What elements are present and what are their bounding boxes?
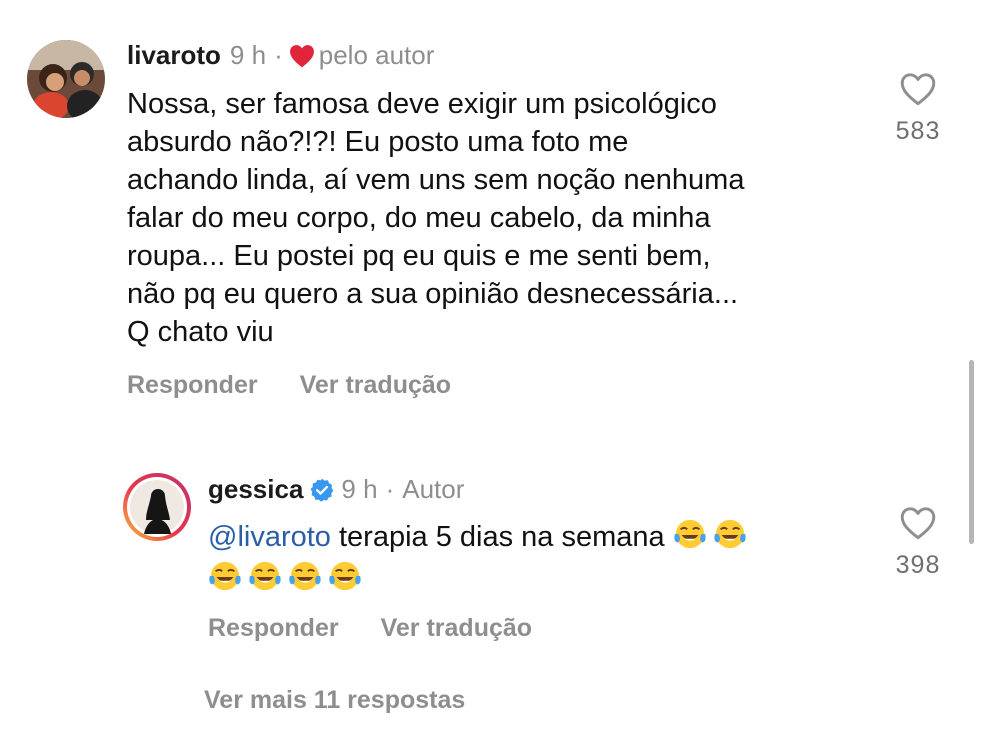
text-line: roupa... Eu postei pq eu quis e me senti… [127,240,711,272]
username[interactable]: gessica [208,474,303,505]
like-area: 398 [873,506,963,580]
see-translation-button[interactable]: Ver tradução [300,371,451,400]
heart-outline-icon[interactable] [899,506,937,545]
separator: · [385,474,395,504]
tears-of-joy-emoji [208,559,242,593]
text-line: Q chato viu [127,316,274,348]
timestamp: 9 h [229,40,267,70]
reply-text: @livaroto terapia 5 dias na semana [208,516,868,600]
timestamp: 9 h [341,474,378,504]
liked-by-author-label: pelo autor [318,40,435,70]
red-heart-icon [289,44,315,68]
reply-button[interactable]: Responder [208,614,339,643]
reply-gessica: gessica 9 h · Autor @livaroto terapia 5 … [0,420,984,670]
text-line: achando linda, aí vem uns sem noção nenh… [127,164,745,196]
reply-text-content: terapia 5 dias na semana [330,521,673,553]
text-line: absurdo não?!?! Eu posto uma foto me [127,126,629,158]
like-count: 583 [895,117,941,145]
tears-of-joy-emoji [248,559,282,593]
mention-link[interactable]: @livaroto [208,521,331,553]
author-label: Autor [402,474,465,504]
like-count: 398 [895,551,941,579]
tears-of-joy-emoji [328,559,362,593]
view-more-replies-button[interactable]: Ver mais 11 respostas [204,686,465,715]
avatar[interactable] [122,472,192,542]
comment-actions: Responder Ver tradução [127,371,451,400]
text-line: Nossa, ser famosa deve exigir um psicoló… [127,88,717,120]
tears-of-joy-emoji [673,517,707,551]
username[interactable]: livaroto [127,40,221,71]
text-line: @livaroto terapia 5 dias na semana [208,516,868,558]
reply-actions: Responder Ver tradução [208,614,532,643]
tears-of-joy-emoji [713,517,747,551]
avatar[interactable] [27,40,105,118]
text-line: não pq eu quero a sua opinião desnecessá… [127,278,739,310]
scrollbar[interactable] [969,360,974,544]
text-line: falar do meu corpo, do meu cabelo, da mi… [127,202,711,234]
separator: · [274,40,283,70]
comment-text: Nossa, ser famosa deve exigir um psicoló… [127,85,887,351]
see-translation-button[interactable]: Ver tradução [381,614,532,643]
comment-livaroto: livaroto 9 h · pelo autor Nossa, ser fam… [0,0,984,420]
heart-outline-icon[interactable] [899,72,937,111]
verified-badge-icon [309,477,335,503]
comment-header: livaroto 9 h · pelo autor [127,40,434,71]
tears-of-joy-emoji [288,559,322,593]
text-line [208,558,868,600]
reply-button[interactable]: Responder [127,371,258,400]
like-area: 583 [873,72,963,146]
reply-header: gessica 9 h · Autor [208,474,464,505]
